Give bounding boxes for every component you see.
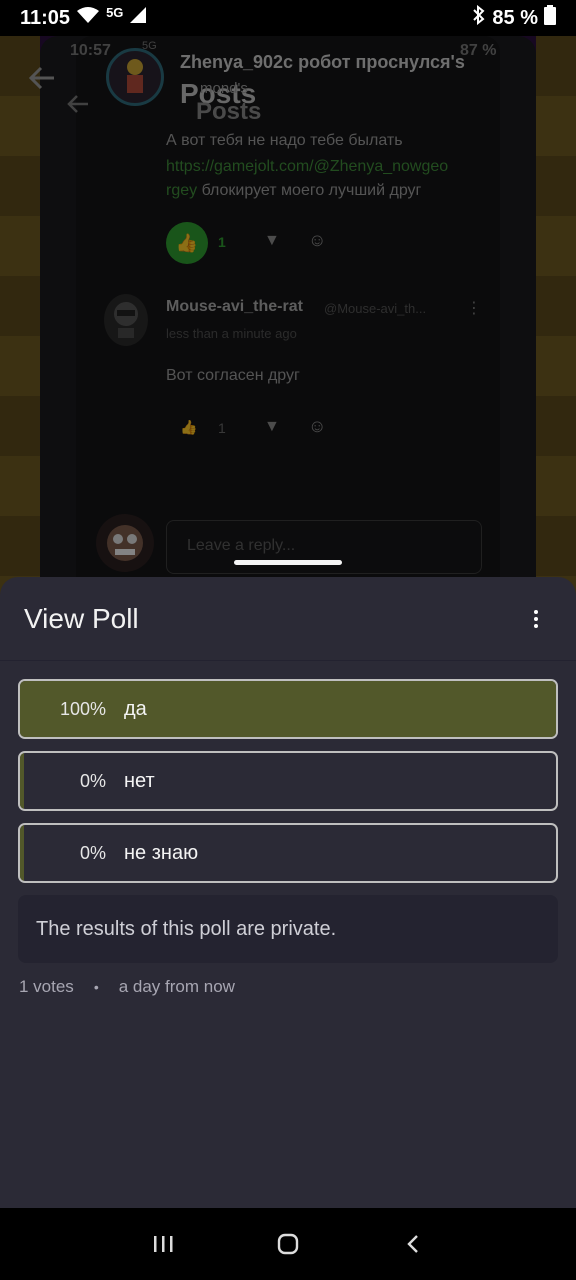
recent-apps-icon xyxy=(153,1236,173,1252)
battery-icon xyxy=(544,5,556,31)
private-results-note: The results of this poll are private. xyxy=(18,895,558,963)
sheet-drag-handle[interactable] xyxy=(234,560,342,565)
poll-sheet: View Poll 100% да 0% нет 0% не знаю The … xyxy=(0,577,576,1208)
poll-option-2[interactable]: 0% нет xyxy=(18,751,558,811)
status-bar: 11:05 5G 85 % xyxy=(0,0,576,36)
network-type: 5G xyxy=(106,4,124,20)
bluetooth-icon xyxy=(472,4,486,31)
poll-option-3[interactable]: 0% не знаю xyxy=(18,823,558,883)
signal-icon xyxy=(129,6,147,30)
home-icon xyxy=(277,1233,299,1255)
poll-meta: 1 votes • a day from now xyxy=(19,977,557,997)
vote-count: 1 votes xyxy=(19,977,74,996)
poll-option-label: нет xyxy=(124,769,155,792)
system-navigation-bar xyxy=(0,1208,576,1280)
poll-option-label: не знаю xyxy=(124,841,199,864)
poll-option-label: да xyxy=(124,697,147,720)
background-dim-overlay[interactable] xyxy=(0,36,576,596)
sheet-title: View Poll xyxy=(24,602,139,634)
back-button[interactable] xyxy=(393,1224,433,1264)
sheet-header: View Poll xyxy=(0,577,576,661)
poll-options: 100% да 0% нет 0% не знаю xyxy=(0,661,576,883)
poll-option-percent: 100% xyxy=(59,698,106,719)
home-button[interactable] xyxy=(268,1224,308,1264)
battery-level: 85 % xyxy=(492,6,538,29)
poll-option-1[interactable]: 100% да xyxy=(18,679,558,739)
more-options-icon[interactable] xyxy=(520,603,552,635)
poll-expiry: a day from now xyxy=(118,977,235,996)
private-results-text: The results of this poll are private. xyxy=(36,917,337,940)
poll-option-percent: 0% xyxy=(79,842,106,863)
status-time: 11:05 xyxy=(20,6,71,29)
meta-separator: • xyxy=(93,979,99,995)
wifi-icon xyxy=(76,6,100,30)
back-icon xyxy=(407,1235,419,1253)
poll-option-percent: 0% xyxy=(79,770,106,791)
recent-apps-button[interactable] xyxy=(143,1224,183,1264)
